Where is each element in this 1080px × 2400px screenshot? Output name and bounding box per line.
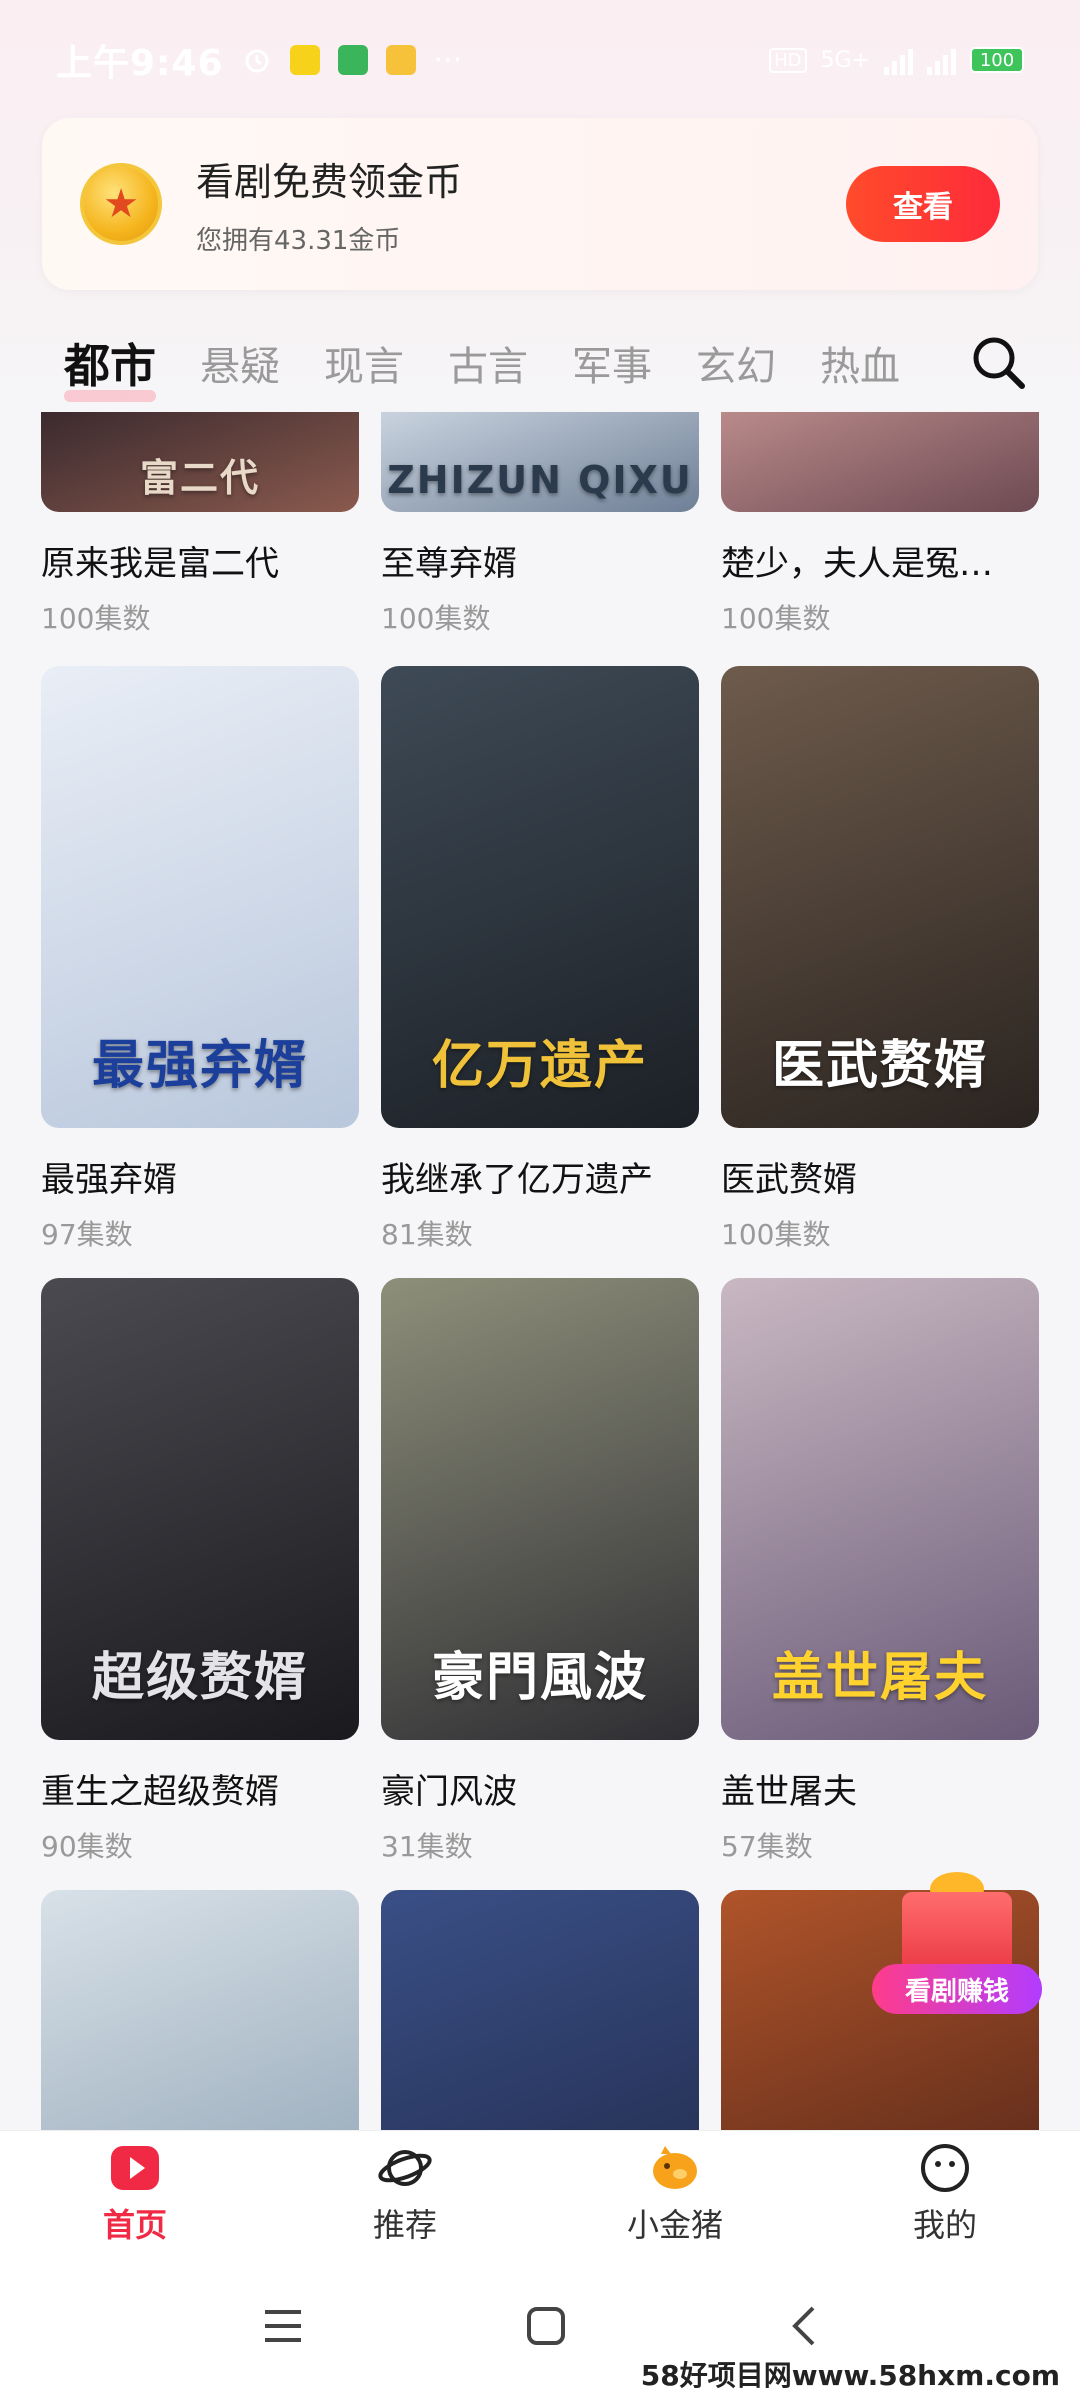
- nav-home-label: 首页: [102, 2205, 167, 2244]
- nav-profile[interactable]: 我的: [810, 2131, 1080, 2256]
- drama-title[interactable]: 原来我是富二代: [41, 536, 359, 585]
- bottom-navigation: 首页 推荐 小金猪 我的: [0, 2130, 1080, 2256]
- drama-cover[interactable]: 瞎子妹妹: [41, 1890, 359, 2130]
- back-icon[interactable]: [787, 2304, 819, 2352]
- drama-title[interactable]: 豪门风波: [381, 1764, 699, 1813]
- drama-title[interactable]: 医武赘婿: [721, 1152, 1039, 1201]
- episode-count: 100集数: [721, 1218, 831, 1251]
- cover-title: 豪門風波: [431, 1648, 648, 1708]
- banner-text: 看剧免费领金币 您拥有43.31金币: [196, 151, 462, 257]
- episode-count: 31集数: [381, 1830, 473, 1863]
- cover-title: 超级赘婿: [91, 1648, 308, 1708]
- drama-card[interactable]: 天价玉花瓶: [381, 1890, 699, 2130]
- app-screen: 上午9:46 ··· HD 5G+ 100 ★ 看剧免费领金币 您拥有43.31…: [0, 0, 1080, 2400]
- drama-cover[interactable]: 富二代: [41, 412, 359, 512]
- alarm-icon: [242, 45, 272, 75]
- cover-title: 盖世屠夫: [771, 1648, 988, 1708]
- nav-recommend-label: 推荐: [372, 2205, 437, 2244]
- drama-card[interactable]: 最强弃婿 最强弃婿 97集数: [41, 666, 359, 1294]
- episode-count: 57集数: [721, 1830, 813, 1863]
- tab-guyan[interactable]: 古言: [448, 334, 528, 392]
- coin-reward-banner[interactable]: ★ 看剧免费领金币 您拥有43.31金币 查看: [42, 118, 1038, 290]
- tab-rexue[interactable]: 热血: [820, 334, 900, 392]
- piggy-icon: [647, 2142, 703, 2194]
- search-icon[interactable]: [968, 332, 1028, 392]
- nav-home[interactable]: 首页: [0, 2131, 270, 2256]
- hd-icon: HD: [769, 47, 807, 73]
- drama-cover[interactable]: ZHIZUN QIXU: [381, 412, 699, 512]
- drama-card[interactable]: 豪門風波豪门风波 31集数: [381, 1278, 699, 1906]
- drama-cover[interactable]: 豪門風波: [381, 1278, 699, 1740]
- drama-card[interactable]: 瞎子妹妹: [41, 1890, 359, 2130]
- watermark: 58好项目网www.58hxm.com: [640, 2359, 1060, 2392]
- drama-card[interactable]: 医武赘婿 医武赘婿 100集数: [721, 666, 1039, 1294]
- drama-title[interactable]: 最强弃婿: [41, 1152, 359, 1201]
- drama-title[interactable]: 至尊弃婿: [381, 536, 699, 585]
- tab-xuanyi[interactable]: 悬疑: [200, 334, 280, 392]
- gift-label: 看剧赚钱: [872, 1964, 1042, 2014]
- nav-profile-label: 我的: [912, 2205, 977, 2244]
- drama-card[interactable]: 富二代原来我是富二代 100集数: [41, 412, 359, 635]
- note-icon: [385, 45, 416, 75]
- episode-count: 100集数: [41, 602, 151, 635]
- drama-card[interactable]: 超级赘婿重生之超级赘婿 90集数: [41, 1278, 359, 1906]
- drama-cover[interactable]: 超级赘婿: [41, 1278, 359, 1740]
- drama-cover[interactable]: 最强弃婿: [41, 666, 359, 1128]
- coin-balance: 您拥有43.31金币: [196, 226, 401, 256]
- episode-count: 81集数: [381, 1218, 473, 1251]
- drama-card[interactable]: ZHIZUN QIXU 至尊弃婿 100集数: [381, 412, 699, 635]
- drama-cover[interactable]: 天价玉花瓶: [381, 1890, 699, 2130]
- drama-title[interactable]: 我继承了亿万遗产: [381, 1152, 699, 1201]
- episode-count: 97集数: [41, 1218, 133, 1251]
- play-icon: [107, 2142, 163, 2194]
- banner-title: 看剧免费领金币: [196, 160, 463, 204]
- tab-dushi[interactable]: 都市: [64, 330, 156, 402]
- signal-icon: [884, 45, 913, 75]
- view-button[interactable]: 查看: [846, 166, 1000, 242]
- drama-title[interactable]: 盖世屠夫: [721, 1764, 1039, 1813]
- nav-piggy-label: 小金猪: [626, 2205, 723, 2244]
- drama-cover[interactable]: 盖世屠夫: [721, 1278, 1039, 1740]
- status-right: HD 5G+ 100: [769, 45, 1024, 75]
- drama-card[interactable]: 亿万遗产我继承了亿万遗产 81集数: [381, 666, 699, 1294]
- battery-icon: 100: [970, 47, 1024, 73]
- cover-title: 富二代: [139, 456, 260, 500]
- cover-title: 亿万遗产: [431, 1036, 648, 1096]
- signal-icon-2: [927, 45, 956, 75]
- cover-title: ZHIZUN QIXU: [387, 458, 693, 502]
- cover-title: 医武赘婿: [771, 1036, 988, 1096]
- episode-count: 100集数: [721, 602, 831, 635]
- cover-title: 最强弃婿: [91, 1036, 308, 1096]
- drama-cover[interactable]: 亿万遗产: [381, 666, 699, 1128]
- meituan-icon: [289, 45, 320, 75]
- episode-count: 90集数: [41, 1830, 133, 1863]
- network-label: 5G+: [820, 47, 870, 73]
- drama-title[interactable]: 楚少，夫人是冤…: [721, 536, 1039, 585]
- menu-icon[interactable]: [261, 2306, 305, 2350]
- drama-card[interactable]: 盖世屠夫 盖世屠夫 57集数: [721, 1278, 1039, 1906]
- drama-title[interactable]: 重生之超级赘婿: [41, 1764, 359, 1813]
- drama-cover[interactable]: 医武赘婿: [721, 666, 1039, 1128]
- download-icon: [337, 45, 368, 75]
- gold-coin-icon: ★: [80, 163, 162, 245]
- status-time: 上午9:46: [56, 43, 224, 84]
- tab-xianyan[interactable]: 现言: [324, 334, 404, 392]
- status-bar: 上午9:46 ··· HD 5G+ 100: [0, 0, 1080, 120]
- smile-icon: [917, 2142, 973, 2194]
- drama-card[interactable]: 楚少，夫人是冤… 100集数: [721, 412, 1039, 635]
- episode-count: 100集数: [381, 602, 491, 635]
- category-tabs: 都市 悬疑 现言 古言 军事 玄幻 热血: [0, 318, 1080, 408]
- home-square-icon[interactable]: [525, 2305, 567, 2351]
- tab-junshi[interactable]: 军事: [572, 334, 652, 392]
- more-dots-icon: ···: [433, 42, 463, 78]
- tab-xuanhuan[interactable]: 玄幻: [696, 334, 776, 392]
- nav-recommend[interactable]: 推荐: [270, 2131, 540, 2256]
- planet-icon: [377, 2142, 433, 2194]
- drama-cover[interactable]: [721, 412, 1039, 512]
- nav-piggy[interactable]: 小金猪: [540, 2131, 810, 2256]
- earn-gift-badge[interactable]: 看剧赚钱: [872, 1872, 1042, 2032]
